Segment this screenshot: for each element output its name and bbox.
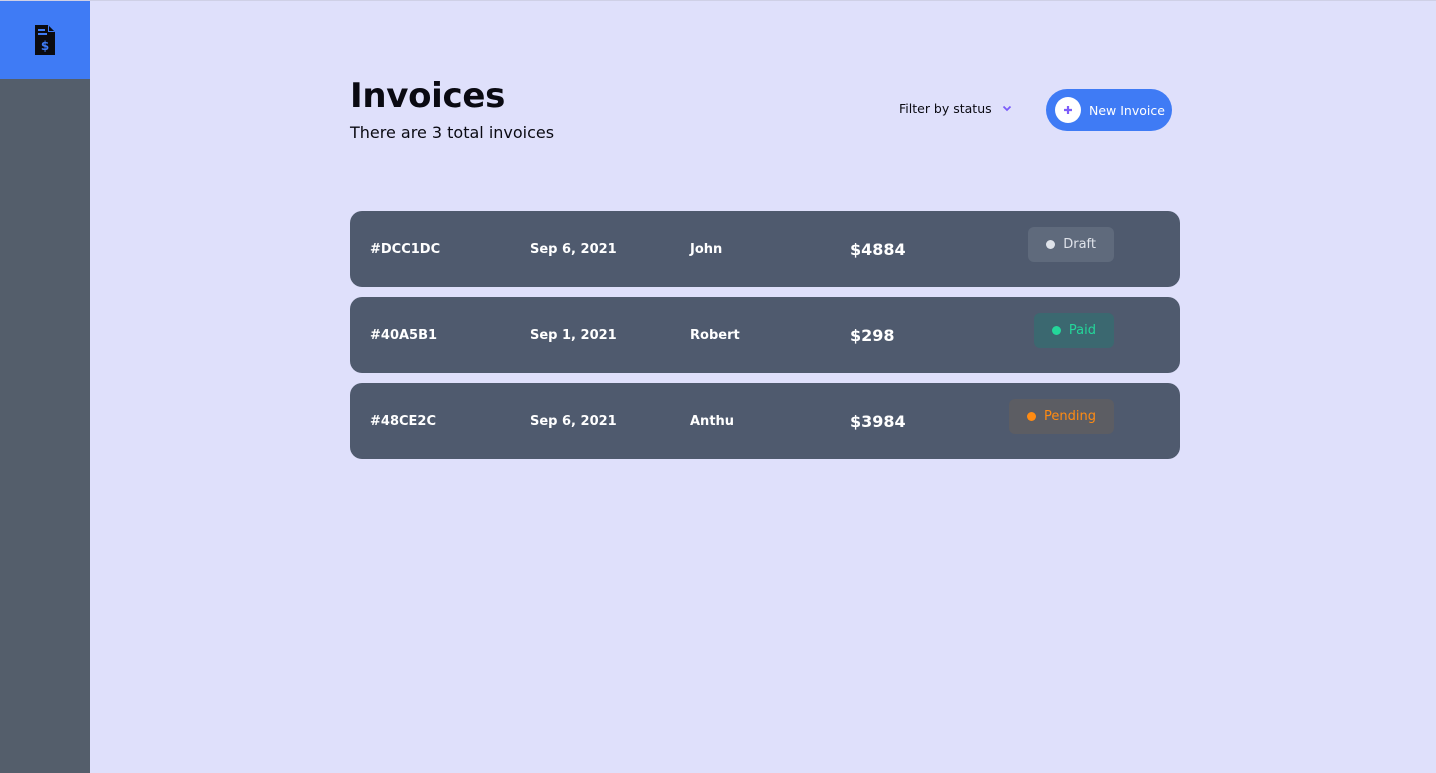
status-label: Pending <box>1044 409 1096 424</box>
status-dot-icon <box>1046 240 1056 249</box>
new-invoice-button[interactable]: New Invoice <box>1046 89 1172 131</box>
status-badge: Draft <box>1028 227 1114 262</box>
plus-icon <box>1055 97 1081 123</box>
invoice-id: #48CE2C <box>370 413 436 429</box>
filter-by-status-dropdown[interactable]: Filter by status <box>899 101 1012 116</box>
status-dot-icon <box>1027 412 1037 421</box>
invoice-client: Anthu <box>690 413 735 429</box>
invoice-row[interactable]: #48CE2C Sep 6, 2021 Anthu $3984 Pending <box>350 383 1180 459</box>
invoice-date: Sep 1, 2021 <box>530 327 617 343</box>
page-title: Invoices <box>350 76 506 116</box>
invoice-list: #DCC1DC Sep 6, 2021 John $4884 Draft #40… <box>350 211 1180 469</box>
sidebar: $ <box>0 1 90 773</box>
invoice-date: Sep 6, 2021 <box>530 241 617 257</box>
top-border <box>0 0 1436 1</box>
status-label: Paid <box>1068 323 1096 338</box>
status-badge: Pending <box>1009 399 1114 434</box>
invoice-dollar-icon: $ <box>35 25 55 55</box>
invoice-client: Robert <box>690 327 740 343</box>
logo[interactable]: $ <box>0 1 90 79</box>
invoice-row[interactable]: #40A5B1 Sep 1, 2021 Robert $298 Paid <box>350 297 1180 373</box>
new-invoice-label: New Invoice <box>1089 102 1165 118</box>
invoice-amount: $3984 <box>850 411 906 431</box>
svg-text:$: $ <box>41 39 49 53</box>
invoice-amount: $298 <box>850 325 895 345</box>
status-label: Draft <box>1063 237 1096 252</box>
invoice-client: John <box>690 241 723 257</box>
invoice-id: #40A5B1 <box>370 327 438 343</box>
chevron-down-icon <box>1002 105 1011 112</box>
filter-label: Filter by status <box>899 101 992 116</box>
status-badge: Paid <box>1033 313 1114 348</box>
invoice-amount: $4884 <box>850 239 906 259</box>
invoice-count: There are 3 total invoices <box>350 123 555 142</box>
invoice-id: #DCC1DC <box>370 241 441 257</box>
invoice-date: Sep 6, 2021 <box>530 413 617 429</box>
invoice-row[interactable]: #DCC1DC Sep 6, 2021 John $4884 Draft <box>350 211 1180 287</box>
status-dot-icon <box>1051 326 1061 335</box>
